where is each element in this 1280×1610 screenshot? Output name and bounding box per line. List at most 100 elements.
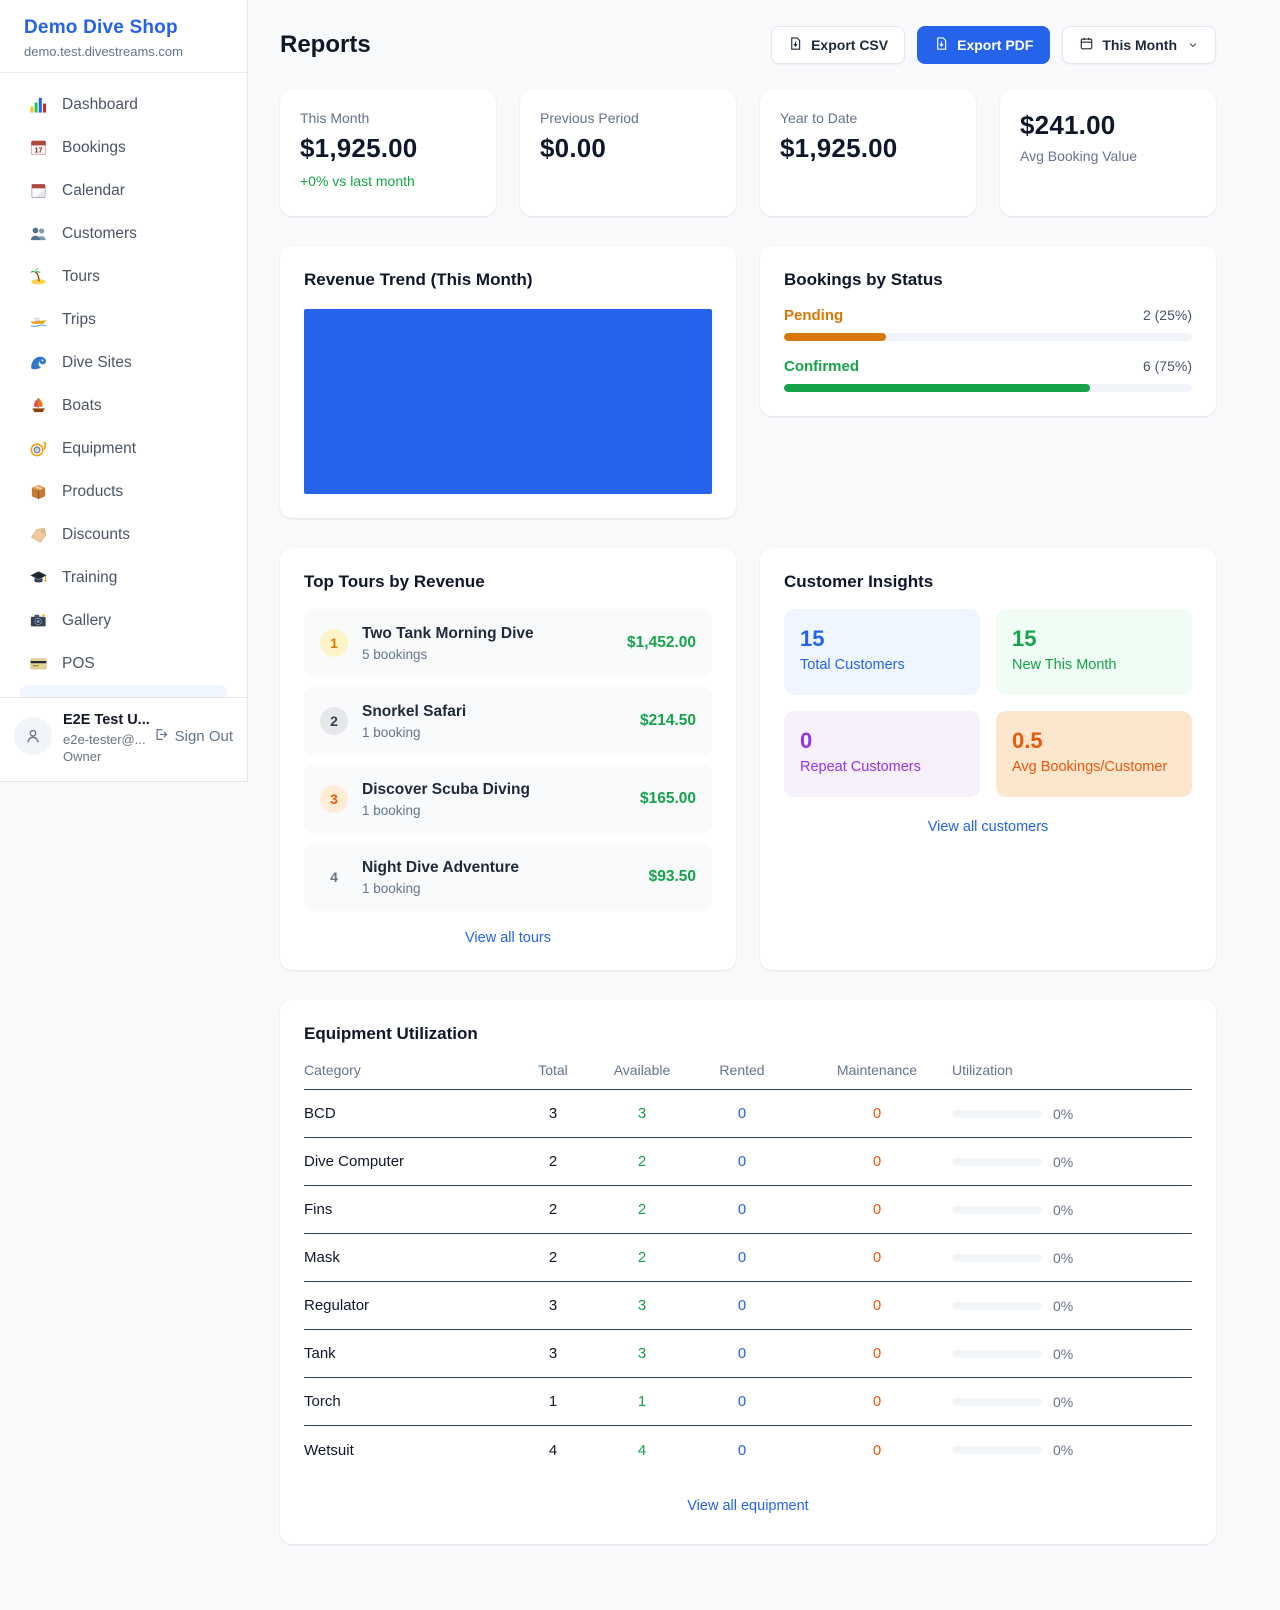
sidebar-item-equipment[interactable]: Equipment	[10, 427, 237, 470]
column-header-rented: Rented	[682, 1062, 802, 1078]
cell-rented: 0	[682, 1297, 802, 1314]
customer-insights-title: Customer Insights	[784, 572, 1192, 592]
sidebar-item-label: Products	[62, 483, 123, 501]
equipment-table-header: Category Total Available Rented Maintena…	[304, 1062, 1192, 1090]
insights-row: Top Tours by Revenue 1 Two Tank Morning …	[280, 548, 1216, 970]
sailboat-icon	[28, 396, 48, 416]
view-all-equipment-link[interactable]: View all equipment	[304, 1498, 1192, 1514]
utilization-text: 0%	[1053, 1394, 1073, 1410]
stats-row: This Month $1,925.00 +0% vs last month P…	[280, 90, 1216, 216]
tour-bookings: 5 bookings	[362, 647, 534, 662]
stat-label: This Month	[300, 110, 476, 126]
cell-available: 2	[602, 1249, 682, 1266]
sidebar-item-reports-partial[interactable]	[20, 685, 227, 697]
sidebar-item-calendar[interactable]: Calendar	[10, 169, 237, 212]
stat-label: Year to Date	[780, 110, 956, 126]
calendar-date-icon: 17	[28, 138, 48, 158]
calendar-outline-icon	[1079, 36, 1094, 54]
sidebar-item-discounts[interactable]: Discounts	[10, 513, 237, 556]
utilization-text: 0%	[1053, 1106, 1073, 1122]
insight-grid: 15 Total Customers 15 New This Month 0 R…	[784, 609, 1192, 797]
status-bar-track	[784, 384, 1192, 392]
sidebar-item-label: Bookings	[62, 139, 126, 157]
table-row: Mask 2 2 0 0 0%	[304, 1234, 1192, 1282]
column-header-total: Total	[504, 1062, 602, 1078]
cell-category: Dive Computer	[304, 1153, 504, 1170]
wave-icon	[28, 353, 48, 373]
tour-list-item: 3 Discover Scuba Diving 1 booking $165.0…	[304, 765, 712, 833]
tile-value: 15	[800, 626, 964, 652]
sidebar-item-products[interactable]: Products	[10, 470, 237, 513]
table-row: Fins 2 2 0 0 0%	[304, 1186, 1192, 1234]
main-content: Reports Export CSV Export PDF This Month…	[280, 0, 1216, 1604]
status-label: Pending	[784, 307, 843, 324]
status-row-pending: Pending 2 (25%)	[784, 307, 1192, 341]
cell-rented: 0	[682, 1345, 802, 1362]
sidebar: Demo Dive Shop demo.test.divestreams.com…	[0, 0, 248, 782]
brand-name: Demo Dive Shop	[24, 17, 223, 39]
sidebar-item-dashboard[interactable]: Dashboard	[10, 83, 237, 126]
sidebar-item-label: Training	[62, 569, 117, 587]
utilization-bar-track	[952, 1254, 1042, 1262]
column-header-utilization: Utilization	[952, 1062, 1192, 1078]
period-dropdown[interactable]: This Month	[1062, 26, 1216, 64]
sidebar-item-boats[interactable]: Boats	[10, 384, 237, 427]
page-header: Reports Export CSV Export PDF This Month	[280, 26, 1216, 64]
utilization-bar-track	[952, 1350, 1042, 1358]
calendar-icon	[28, 181, 48, 201]
view-all-tours-link[interactable]: View all tours	[304, 930, 712, 946]
sidebar-item-gallery[interactable]: Gallery	[10, 599, 237, 642]
status-bar-fill	[784, 333, 886, 341]
sidebar-item-dive-sites[interactable]: Dive Sites	[10, 341, 237, 384]
user-info: E2E Test U... e2e-tester@... Owner	[63, 711, 142, 766]
top-tours-title: Top Tours by Revenue	[304, 572, 712, 592]
cell-total: 3	[504, 1297, 602, 1314]
export-csv-button[interactable]: Export CSV	[771, 26, 905, 64]
user-name: E2E Test U...	[63, 711, 142, 731]
sidebar-item-label: Equipment	[62, 440, 136, 458]
speedboat-icon	[28, 310, 48, 330]
status-count: 6 (75%)	[1143, 358, 1192, 374]
tour-list: 1 Two Tank Morning Dive 5 bookings $1,45…	[304, 609, 712, 911]
tile-value: 0	[800, 728, 964, 754]
stat-card-previous-period: Previous Period $0.00	[520, 90, 736, 216]
cell-utilization: 0%	[952, 1250, 1192, 1266]
export-pdf-button[interactable]: Export PDF	[917, 26, 1050, 64]
cell-utilization: 0%	[952, 1202, 1192, 1218]
tour-list-item: 1 Two Tank Morning Dive 5 bookings $1,45…	[304, 609, 712, 677]
sidebar-item-training[interactable]: Training	[10, 556, 237, 599]
sidebar-item-label: Tours	[62, 268, 100, 286]
top-tours-card: Top Tours by Revenue 1 Two Tank Morning …	[280, 548, 736, 970]
view-all-customers-link[interactable]: View all customers	[784, 819, 1192, 835]
insight-tile-total-customers: 15 Total Customers	[784, 609, 980, 695]
tour-name: Two Tank Morning Dive	[362, 625, 534, 643]
cell-maintenance: 0	[802, 1105, 952, 1122]
cell-total: 2	[504, 1201, 602, 1218]
sign-out-button[interactable]: Sign Out	[153, 727, 233, 746]
tour-revenue: $1,452.00	[627, 634, 696, 652]
sign-out-icon	[153, 727, 168, 746]
sidebar-item-pos[interactable]: POS	[10, 642, 237, 685]
utilization-text: 0%	[1053, 1298, 1073, 1314]
sidebar-item-label: Discounts	[62, 526, 130, 544]
cell-total: 4	[504, 1442, 602, 1459]
cell-utilization: 0%	[952, 1346, 1192, 1362]
insight-tile-new-this-month: 15 New This Month	[996, 609, 1192, 695]
chevron-down-icon	[1187, 39, 1199, 51]
stat-value: $1,925.00	[780, 133, 956, 164]
sidebar-item-trips[interactable]: Trips	[10, 298, 237, 341]
cell-category: Regulator	[304, 1297, 504, 1314]
sidebar-item-tours[interactable]: Tours	[10, 255, 237, 298]
cell-utilization: 0%	[952, 1298, 1192, 1314]
cell-available: 1	[602, 1393, 682, 1410]
cell-total: 3	[504, 1105, 602, 1122]
sidebar-item-label: Customers	[62, 225, 137, 243]
cell-rented: 0	[682, 1201, 802, 1218]
cell-available: 4	[602, 1442, 682, 1459]
page-title: Reports	[280, 31, 371, 59]
sidebar-item-customers[interactable]: Customers	[10, 212, 237, 255]
sidebar-item-label: Dive Sites	[62, 354, 132, 372]
file-export-icon	[788, 36, 803, 54]
sidebar-item-bookings[interactable]: 17 Bookings	[10, 126, 237, 169]
table-row: Dive Computer 2 2 0 0 0%	[304, 1138, 1192, 1186]
